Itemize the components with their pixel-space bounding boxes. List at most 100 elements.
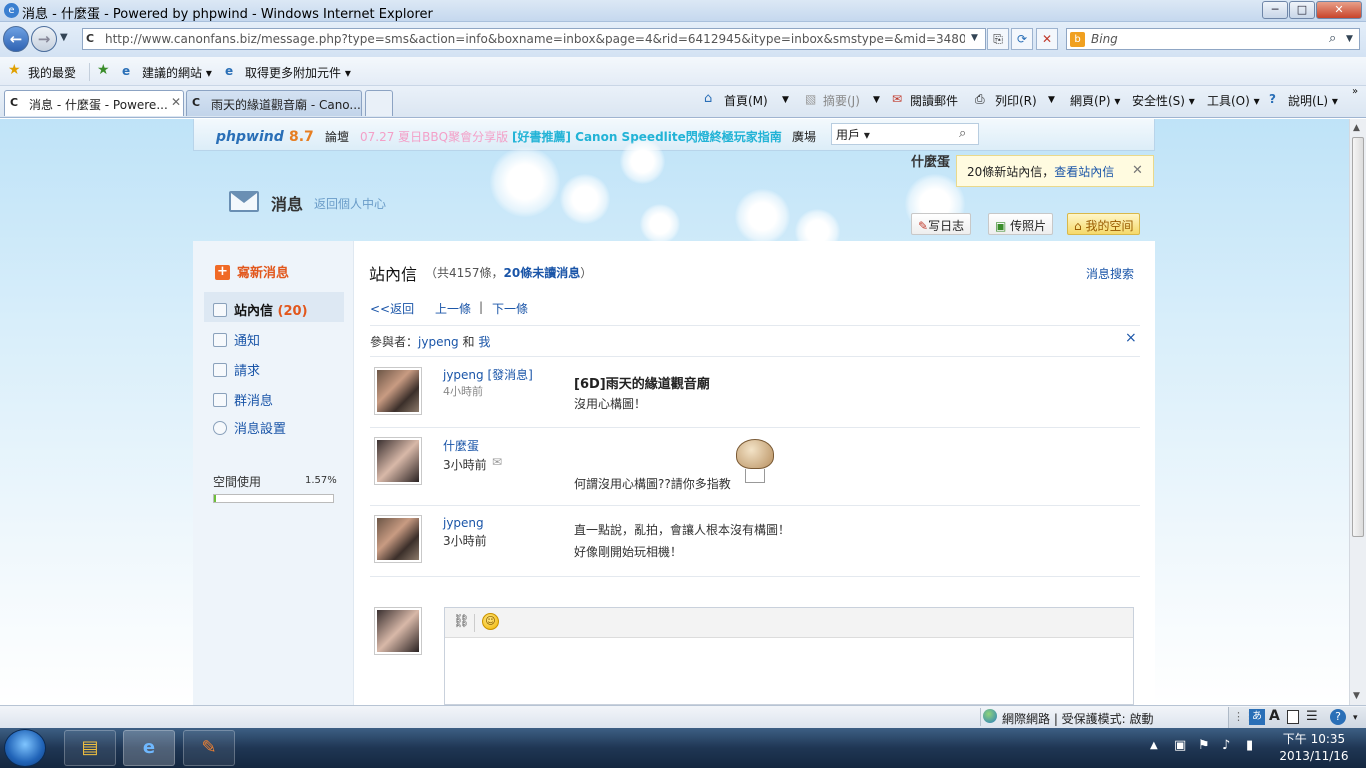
search-icon[interactable]: ⌕	[959, 126, 966, 141]
address-dropdown-icon[interactable]: ▼	[971, 33, 978, 43]
sidebar-item-group-messages[interactable]: 群消息	[213, 390, 273, 409]
read-mail-button[interactable]: 閱讀郵件	[910, 92, 958, 109]
divider	[980, 708, 981, 726]
message-author: jypeng [發消息]	[443, 366, 533, 383]
paint-taskbar-icon[interactable]: ✎	[183, 730, 235, 766]
nav-promo[interactable]: 07.27 夏日BBQ聚會分享版	[360, 128, 508, 145]
globe-icon	[983, 709, 997, 723]
home-button[interactable]: 首頁(M)	[724, 92, 768, 109]
smiley-icon[interactable]: ☺	[482, 613, 499, 630]
sidebar-item-requests[interactable]: 請求	[213, 360, 260, 379]
start-button[interactable]	[4, 729, 46, 767]
feeds-dropdown-icon[interactable]: ▼	[873, 95, 880, 105]
system-clock[interactable]: 下午 10:35 2013/11/16	[1268, 731, 1360, 765]
upload-photo-button[interactable]: ▣ 传照片	[988, 213, 1054, 235]
author-link[interactable]: 什麼蛋	[443, 437, 479, 454]
explorer-taskbar-icon[interactable]: ▤	[64, 730, 116, 766]
security-zone[interactable]: 網際網路 | 受保護模式: 啟動	[1002, 710, 1154, 727]
print-dropdown-icon[interactable]: ▼	[1048, 95, 1055, 105]
page-icon[interactable]	[1287, 710, 1299, 724]
search-input[interactable]: b Bing ⌕ ▼	[1066, 28, 1360, 50]
avatar[interactable]	[374, 515, 422, 563]
search-icon[interactable]: ⌕	[1329, 31, 1336, 46]
username[interactable]: 什麼蛋	[911, 151, 950, 170]
next-message-link[interactable]: 下一條	[492, 300, 528, 317]
close-thread-icon[interactable]: ×	[1125, 330, 1137, 346]
print-button[interactable]: 列印(R)	[995, 92, 1037, 109]
home-dropdown-icon[interactable]: ▼	[782, 95, 789, 105]
tools-menu[interactable]: 工具(O) ▾	[1207, 92, 1260, 109]
tab-messages[interactable]: C 消息 - 什麼蛋 - Powere... ✕	[4, 90, 184, 116]
feeds-button[interactable]: 摘要(J)	[823, 92, 860, 109]
site-logo[interactable]: phpwind 8.7	[216, 127, 314, 145]
help-icon[interactable]: ?	[1330, 709, 1346, 725]
forward-button[interactable]: →	[31, 26, 57, 52]
author-link[interactable]: jypeng	[443, 368, 484, 382]
action-center-flag-icon[interactable]: ⚑	[1198, 738, 1210, 753]
favorites-button[interactable]: 我的最愛	[28, 64, 76, 81]
participant-link[interactable]: jypeng	[418, 335, 459, 349]
send-message-link[interactable]: [發消息]	[488, 368, 533, 382]
compose-button[interactable]: 寫新消息	[237, 262, 289, 281]
link-icon[interactable]: ⛓	[453, 614, 470, 629]
avatar[interactable]	[374, 437, 422, 485]
scroll-down-icon[interactable]: ▼	[1353, 691, 1360, 701]
stop-icon[interactable]: ✕	[1036, 28, 1058, 50]
volume-icon[interactable]: ♪	[1222, 738, 1230, 753]
network-icon[interactable]: ▮	[1246, 738, 1253, 753]
tray-app-icon[interactable]: ▣	[1174, 738, 1186, 753]
write-blog-button[interactable]: ✎写日志	[911, 213, 972, 235]
options-dropdown-icon[interactable]: ▾	[1353, 713, 1358, 723]
pencil-icon	[213, 333, 227, 347]
close-icon[interactable]: ✕	[1132, 163, 1143, 178]
message-search-link[interactable]: 消息搜索	[1086, 265, 1134, 282]
search-dropdown-icon[interactable]: ▼	[1346, 34, 1353, 44]
ie-taskbar-icon[interactable]: e	[123, 730, 175, 766]
refresh-icon[interactable]: ⟳	[1011, 28, 1033, 50]
history-dropdown-icon[interactable]: ▼	[60, 32, 68, 43]
scroll-thumb[interactable]	[1352, 137, 1364, 537]
text-size-icon[interactable]: A	[1269, 708, 1280, 724]
new-tab-button[interactable]	[365, 90, 393, 116]
space-usage-label: 空間使用	[213, 475, 262, 489]
nav-forum[interactable]: 論壇	[325, 128, 349, 145]
scroll-up-icon[interactable]: ▲	[1353, 123, 1360, 133]
add-favorite-icon[interactable]: ★	[97, 62, 110, 78]
sidebar-item-inbox[interactable]: 站內信 (20)	[213, 300, 308, 319]
sidebar-item-notifications[interactable]: 通知	[213, 330, 260, 349]
button-label: 我的空间	[1085, 219, 1134, 233]
close-tab-icon[interactable]: ✕	[171, 95, 181, 109]
nav-plaza[interactable]: 廣場	[792, 128, 816, 145]
unread-summary[interactable]: 20條未讀消息	[504, 266, 581, 280]
home-icon[interactable]: ⌂	[704, 91, 712, 106]
safety-menu[interactable]: 安全性(S) ▾	[1132, 92, 1195, 109]
back-link[interactable]: <<返回	[370, 300, 414, 317]
back-button[interactable]: ←	[3, 26, 29, 52]
view-messages-link[interactable]: 查看站內信	[1054, 165, 1114, 179]
get-addons-link[interactable]: 取得更多附加元件 ▾	[245, 64, 351, 81]
tab-temple[interactable]: C 雨天的緣道觀音廟 - Cano...	[186, 90, 362, 116]
back-to-profile-link[interactable]: 返回個人中心	[314, 195, 386, 212]
favorites-star-icon[interactable]: ★	[8, 62, 21, 78]
page-menu[interactable]: 網頁(P) ▾	[1070, 92, 1120, 109]
maximize-button[interactable]: □	[1289, 1, 1315, 19]
my-space-button[interactable]: ⌂ 我的空间	[1067, 213, 1141, 235]
page-scrollbar[interactable]: ▲ ▼	[1349, 119, 1366, 705]
participant-link[interactable]: 我	[478, 335, 490, 349]
tray-expand-icon[interactable]: ▲	[1150, 740, 1158, 751]
author-link[interactable]: jypeng	[443, 516, 484, 530]
minimize-button[interactable]: ─	[1262, 1, 1288, 19]
prev-message-link[interactable]: 上一條	[435, 300, 471, 317]
compatibility-view-icon[interactable]: ⎘	[987, 28, 1009, 50]
suggested-sites-link[interactable]: 建議的網站 ▾	[142, 64, 212, 81]
ime-icon[interactable]: あ	[1249, 709, 1265, 725]
close-window-button[interactable]: ✕	[1316, 1, 1362, 19]
help-menu[interactable]: 說明(L) ▾	[1288, 92, 1338, 109]
search-type-select[interactable]: 用戶 ▾	[831, 123, 979, 145]
list-icon[interactable]: ☰	[1306, 709, 1318, 724]
sidebar-item-settings[interactable]: 消息設置	[213, 418, 286, 437]
address-input[interactable]: C http://www.canonfans.biz/message.php?t…	[82, 28, 986, 50]
address-url[interactable]: http://www.canonfans.biz/message.php?typ…	[105, 32, 965, 46]
chevron-icon[interactable]: »	[1352, 86, 1358, 97]
avatar[interactable]	[374, 367, 422, 415]
